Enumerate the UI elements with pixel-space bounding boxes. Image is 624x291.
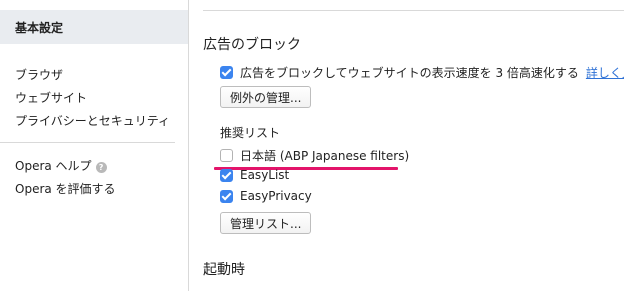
manage-exceptions-button[interactable]: 例外の管理... (220, 86, 312, 108)
section-divider (203, 10, 624, 11)
japanese-filter-label[interactable]: 日本語 (ABP Japanese filters) (240, 147, 409, 164)
sidebar-item-privacy-security[interactable]: プライバシーとセキュリティ (15, 112, 170, 129)
sidebar-item-basic-settings-label[interactable]: 基本設定 (15, 19, 63, 36)
ad-block-enable-checkbox[interactable] (220, 65, 233, 79)
help-icon: ? (95, 162, 107, 173)
sidebar-divider (0, 142, 175, 143)
japanese-filter-checkbox[interactable] (220, 148, 233, 162)
sidebar-opera-help-link[interactable]: Opera ヘルプ? (15, 157, 107, 174)
filter-list-row-easylist: EasyList (220, 168, 289, 182)
sidebar-item-browser[interactable]: ブラウザ (15, 66, 63, 83)
learn-more-link[interactable]: 詳しく見る (586, 64, 624, 81)
easyprivacy-checkbox[interactable] (220, 189, 233, 203)
sidebar: 基本設定 ブラウザ ウェブサイト プライバシーとセキュリティ Opera ヘルプ… (0, 0, 189, 291)
filter-list-row-easyprivacy: EasyPrivacy (220, 189, 312, 203)
startup-section-title: 起動時 (203, 262, 245, 278)
easyprivacy-label[interactable]: EasyPrivacy (240, 189, 312, 203)
ad-block-enable-label[interactable]: 広告をブロックしてウェブサイトの表示速度を 3 倍高速化する (240, 64, 579, 81)
ad-block-section-title: 広告のブロック (203, 37, 301, 53)
filter-list-row-japanese: 日本語 (ABP Japanese filters) (220, 147, 409, 164)
recommended-lists-label: 推奨リスト (220, 126, 281, 140)
manage-lists-button[interactable]: 管理リスト... (220, 212, 312, 234)
sidebar-rate-opera-link[interactable]: Opera を評価する (15, 180, 116, 197)
easylist-label[interactable]: EasyList (240, 168, 289, 182)
ad-block-enable-row: 広告をブロックしてウェブサイトの表示速度を 3 倍高速化する 詳しく見る (220, 64, 624, 81)
opera-help-label[interactable]: Opera ヘルプ (15, 159, 92, 173)
easylist-checkbox[interactable] (220, 168, 233, 182)
sidebar-item-websites[interactable]: ウェブサイト (15, 89, 87, 106)
settings-main: 広告のブロック 広告をブロックしてウェブサイトの表示速度を 3 倍高速化する 詳… (189, 0, 624, 291)
